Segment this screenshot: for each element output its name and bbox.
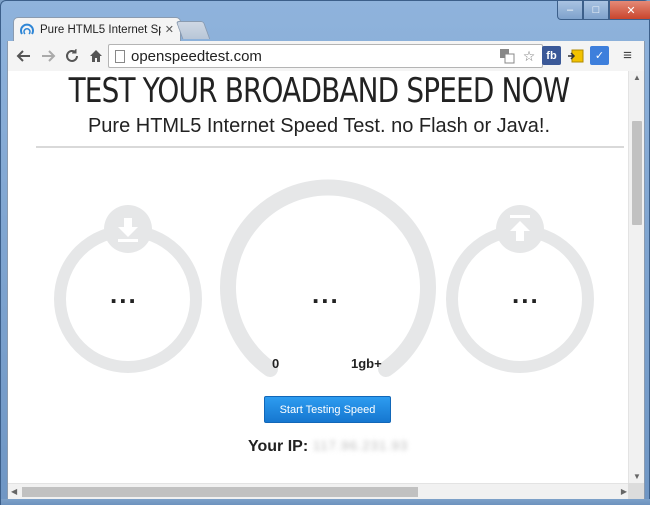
menu-icon[interactable]: ≡ <box>618 46 637 65</box>
close-window-button[interactable]: ✕ <box>609 1 650 20</box>
horizontal-scroll-thumb[interactable] <box>22 487 418 497</box>
speedtest-favicon-icon <box>20 23 34 35</box>
forward-button[interactable] <box>36 44 60 68</box>
scale-max-label: 1gb+ <box>351 356 382 371</box>
tab-title: Pure HTML5 Internet Spe <box>40 23 161 36</box>
bookmark-star-icon[interactable]: ☆ <box>520 47 538 65</box>
upload-speed-value: ... <box>512 279 540 309</box>
scroll-right-icon[interactable]: ▶ <box>621 487 627 496</box>
translate-icon[interactable] <box>498 47 516 65</box>
scroll-up-icon[interactable]: ▲ <box>633 73 641 82</box>
minimize-button[interactable]: – <box>557 1 583 20</box>
start-test-button[interactable]: Start Testing Speed <box>264 396 391 423</box>
back-arrow-icon <box>16 50 30 62</box>
scroll-down-icon[interactable]: ▼ <box>633 472 641 481</box>
scrollbar-corner <box>628 483 644 499</box>
tab-close-icon[interactable]: ✕ <box>165 23 174 36</box>
new-tab-button[interactable] <box>175 21 211 39</box>
reload-button[interactable] <box>60 44 84 68</box>
browser-tab[interactable]: Pure HTML5 Internet Spe ✕ <box>13 17 181 41</box>
browser-window: Pure HTML5 Internet Spe ✕ – □ ✕ openspee… <box>0 0 650 505</box>
page-viewport: TEST YOUR BROADBAND SPEED NOW Pure HTML5… <box>7 71 645 499</box>
note-extension-icon[interactable] <box>566 46 585 65</box>
page-icon <box>115 49 125 63</box>
ip-value: 117.96.231.93 <box>313 438 409 453</box>
scale-min-label: 0 <box>272 356 280 371</box>
scroll-left-icon[interactable]: ◀ <box>11 487 17 496</box>
back-button[interactable] <box>12 44 36 68</box>
address-bar[interactable]: openspeedtest.com ☆ <box>108 44 543 68</box>
home-button[interactable] <box>84 44 108 68</box>
home-icon <box>90 50 102 62</box>
vertical-scrollbar[interactable]: ▲ ▼ <box>628 71 644 483</box>
facebook-extension-icon[interactable]: fb <box>542 46 561 65</box>
ip-label: Your IP: <box>248 438 309 455</box>
address-url[interactable]: openspeedtest.com <box>131 48 498 65</box>
checkmark-extension-icon[interactable]: ✓ <box>590 46 609 65</box>
vertical-scroll-thumb[interactable] <box>632 121 642 225</box>
main-speed-value: ... <box>312 279 340 309</box>
forward-arrow-icon <box>42 50 56 62</box>
download-speed-value: ... <box>110 279 138 309</box>
maximize-button[interactable]: □ <box>583 1 609 20</box>
browser-toolbar: openspeedtest.com ☆ fb ✓ ≡ <box>7 41 645 71</box>
window-bottom-border <box>1 499 650 505</box>
horizontal-scrollbar[interactable]: ◀ ▶ <box>8 483 630 499</box>
reload-icon <box>66 49 78 62</box>
